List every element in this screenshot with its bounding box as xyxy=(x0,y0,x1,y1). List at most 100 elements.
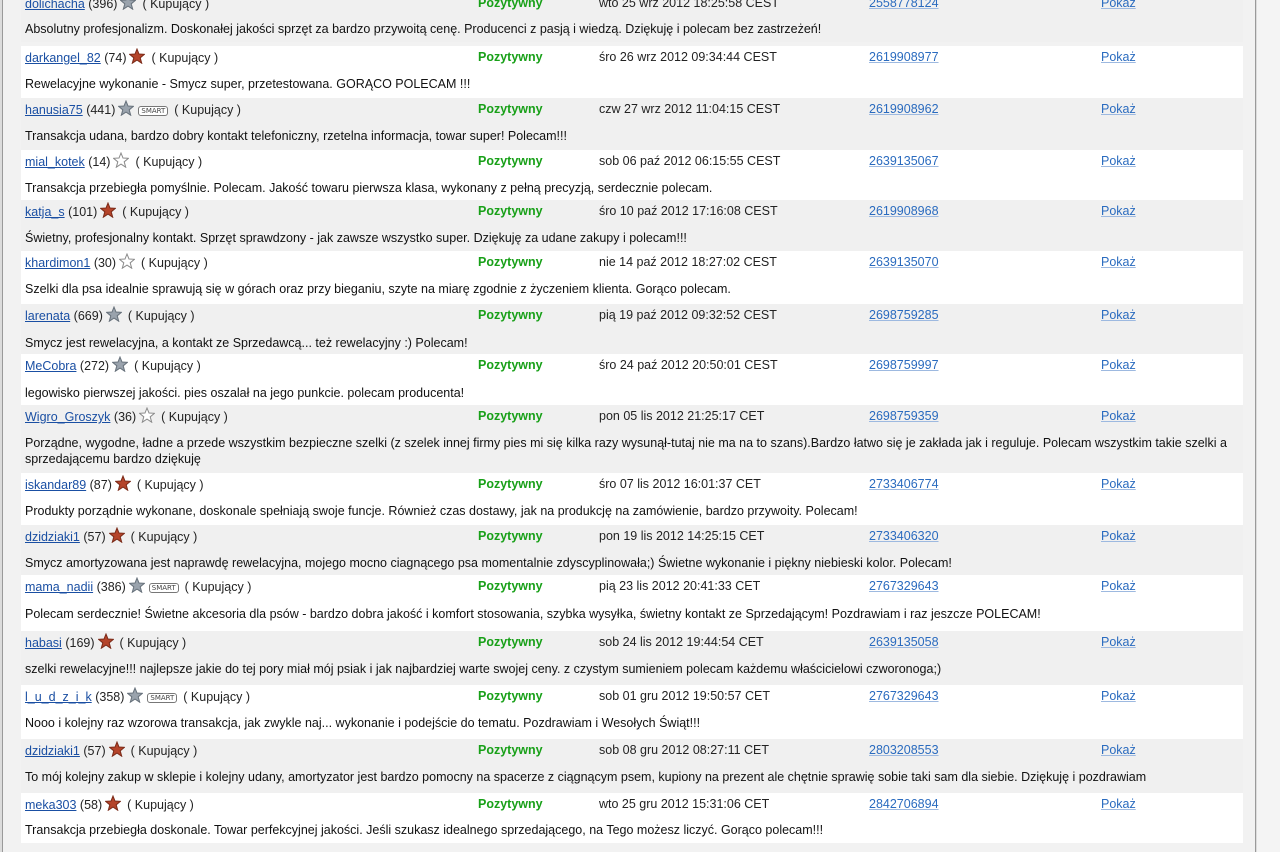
rating-count: (358) xyxy=(95,690,125,704)
show-action: Pokaż xyxy=(1101,407,1136,425)
show-link[interactable]: Pokaż xyxy=(1101,797,1136,811)
feedback-row: dzidziaki1 (57) ( Kupujący ) Pozytywny pon … xyxy=(21,525,1243,575)
outline-star-icon xyxy=(118,252,136,270)
rating-label: Pozytywny xyxy=(478,0,543,10)
show-link[interactable]: Pokaż xyxy=(1101,154,1136,168)
red-star-icon xyxy=(99,201,118,219)
smart-badge-icon: SMART xyxy=(148,583,179,593)
auction-number: 2639135067 xyxy=(869,152,939,170)
show-link[interactable]: Pokaż xyxy=(1101,579,1136,593)
username-link[interactable]: l_u_d_z_i_k xyxy=(25,690,92,704)
feedback-date: sob 01 gru 2012 19:50:57 CET xyxy=(599,689,770,703)
rating-label: Pozytywny xyxy=(478,797,543,811)
auction-link[interactable]: 2803208553 xyxy=(869,743,939,757)
show-action: Pokaż xyxy=(1101,100,1136,118)
username-link[interactable]: habasi xyxy=(25,636,62,650)
username-link[interactable]: dolichacha xyxy=(25,0,85,11)
page-background xyxy=(1257,0,1280,852)
show-link[interactable]: Pokaż xyxy=(1101,308,1136,322)
feedback-comment: Transakcja udana, bardzo dobry kontakt t… xyxy=(25,129,567,143)
rating-label: Pozytywny xyxy=(478,743,543,757)
show-link[interactable]: Pokaż xyxy=(1101,689,1136,703)
username-link[interactable]: katja_s xyxy=(25,205,65,219)
show-link[interactable]: Pokaż xyxy=(1101,102,1136,116)
rating-label: Pozytywny xyxy=(478,50,543,64)
feedback-date: pon 05 lis 2012 21:25:17 CET xyxy=(599,409,765,423)
feedback-row: mial_kotek (14) ( Kupujący ) Pozytywny sob … xyxy=(21,150,1243,200)
rating-count: (57) xyxy=(83,530,106,544)
user-info: MeCobra (272) ( Kupujący ) xyxy=(25,355,201,375)
feedback-comment: Świetny, profesjonalny kontakt. Sprzęt s… xyxy=(25,231,687,245)
show-link[interactable]: Pokaż xyxy=(1101,529,1136,543)
auction-link[interactable]: 2619908968 xyxy=(869,204,939,218)
feedback-comment: Rewelacyjne wykonanie - Smycz super, prz… xyxy=(25,77,471,91)
user-info: darkangel_82 (74) ( Kupujący ) xyxy=(25,47,218,67)
feedback-comment: Nooo i kolejny raz wzorowa transakcja, j… xyxy=(25,716,701,730)
auction-link[interactable]: 2733406774 xyxy=(869,477,939,491)
username-link[interactable]: hanusia75 xyxy=(25,103,83,117)
username-link[interactable]: larenata xyxy=(25,309,70,323)
buyer-role: ( Kupujący ) xyxy=(130,744,198,758)
auction-link[interactable]: 2698759359 xyxy=(869,409,939,423)
rating-label: Pozytywny xyxy=(478,689,543,703)
auction-link[interactable]: 2639135067 xyxy=(869,154,939,168)
feedback-header: habasi (169) ( Kupujący ) Pozytywny sob 24 … xyxy=(21,632,1243,651)
show-link[interactable]: Pokaż xyxy=(1101,743,1136,757)
feedback-comment: Szelki dla psa idealnie sprawują się w g… xyxy=(25,282,731,296)
show-link[interactable]: Pokaż xyxy=(1101,0,1136,10)
rating-count: (101) xyxy=(68,205,98,219)
username-link[interactable]: iskandar89 xyxy=(25,478,86,492)
auction-link[interactable]: 2639135058 xyxy=(869,635,939,649)
username-link[interactable]: Wigro_Groszyk xyxy=(25,410,110,424)
feedback-header: Wigro_Groszyk (36) ( Kupujący ) Pozytywny p… xyxy=(21,406,1243,425)
user-info: mama_nadii (386) SMART ( Kupujący ) xyxy=(25,576,251,596)
rating-count: (14) xyxy=(88,155,111,169)
show-link[interactable]: Pokaż xyxy=(1101,50,1136,64)
rating-count: (74) xyxy=(104,51,127,65)
auction-link[interactable]: 2698759285 xyxy=(869,308,939,322)
buyer-role: ( Kupujący ) xyxy=(130,530,198,544)
username-link[interactable]: darkangel_82 xyxy=(25,51,101,65)
smart-badge-icon: SMART xyxy=(138,106,169,116)
auction-number: 2619908968 xyxy=(869,202,939,220)
show-link[interactable]: Pokaż xyxy=(1101,409,1136,423)
feedback-header: l_u_d_z_i_k (358) SMART ( Kupujący ) Pozyty… xyxy=(21,686,1243,705)
buyer-role: ( Kupujący ) xyxy=(161,410,228,424)
auction-link[interactable]: 2842706894 xyxy=(869,797,939,811)
auction-link[interactable]: 2733406320 xyxy=(869,529,939,543)
feedback-comment: Smycz jest rewelacyjna, a kontakt ze Spr… xyxy=(25,336,468,350)
auction-number: 2698759359 xyxy=(869,407,939,425)
buyer-role: ( Kupujący ) xyxy=(142,0,210,11)
show-link[interactable]: Pokaż xyxy=(1101,477,1136,491)
auction-link[interactable]: 2767329643 xyxy=(869,689,939,703)
auction-link[interactable]: 2619908977 xyxy=(869,50,939,64)
username-link[interactable]: dzidziaki1 xyxy=(25,744,80,758)
feedback-row: khardimon1 (30) ( Kupujący ) Pozytywny nie … xyxy=(21,251,1243,304)
username-link[interactable]: meka303 xyxy=(25,798,76,812)
red-star-icon xyxy=(104,794,122,812)
rating-count: (58) xyxy=(79,798,103,812)
show-link[interactable]: Pokaż xyxy=(1101,358,1136,372)
show-link[interactable]: Pokaż xyxy=(1101,255,1136,269)
username-link[interactable]: mial_kotek xyxy=(25,155,85,169)
feedback-date: wto 25 wrz 2012 18:25:58 CEST xyxy=(599,0,779,10)
auction-link[interactable]: 2767329643 xyxy=(869,579,939,593)
auction-link[interactable]: 2619908962 xyxy=(869,102,939,116)
auction-link[interactable]: 2639135070 xyxy=(869,255,939,269)
username-link[interactable]: mama_nadii xyxy=(25,580,93,594)
show-action: Pokaż xyxy=(1101,0,1136,12)
username-link[interactable]: MeCobra xyxy=(25,359,76,373)
show-link[interactable]: Pokaż xyxy=(1101,635,1136,649)
feedback-row: larenata (669) ( Kupujący ) Pozytywny pią 1… xyxy=(21,304,1243,354)
feedback-header: mial_kotek (14) ( Kupujący ) Pozytywny sob … xyxy=(21,151,1243,170)
auction-link[interactable]: 2558778124 xyxy=(869,0,939,10)
show-link[interactable]: Pokaż xyxy=(1101,204,1136,218)
username-link[interactable]: khardimon1 xyxy=(25,256,90,270)
username-link[interactable]: dzidziaki1 xyxy=(25,530,80,544)
red-star-icon xyxy=(128,47,147,65)
feedback-header: MeCobra (272) ( Kupujący ) Pozytywny śro 24… xyxy=(21,355,1243,375)
auction-link[interactable]: 2698759997 xyxy=(869,358,939,372)
feedback-comment: Smycz amortyzowana jest naprawdę rewelac… xyxy=(25,556,952,570)
rating-label: Pozytywny xyxy=(478,154,543,168)
feedback-date: śro 07 lis 2012 16:01:37 CET xyxy=(599,477,761,491)
